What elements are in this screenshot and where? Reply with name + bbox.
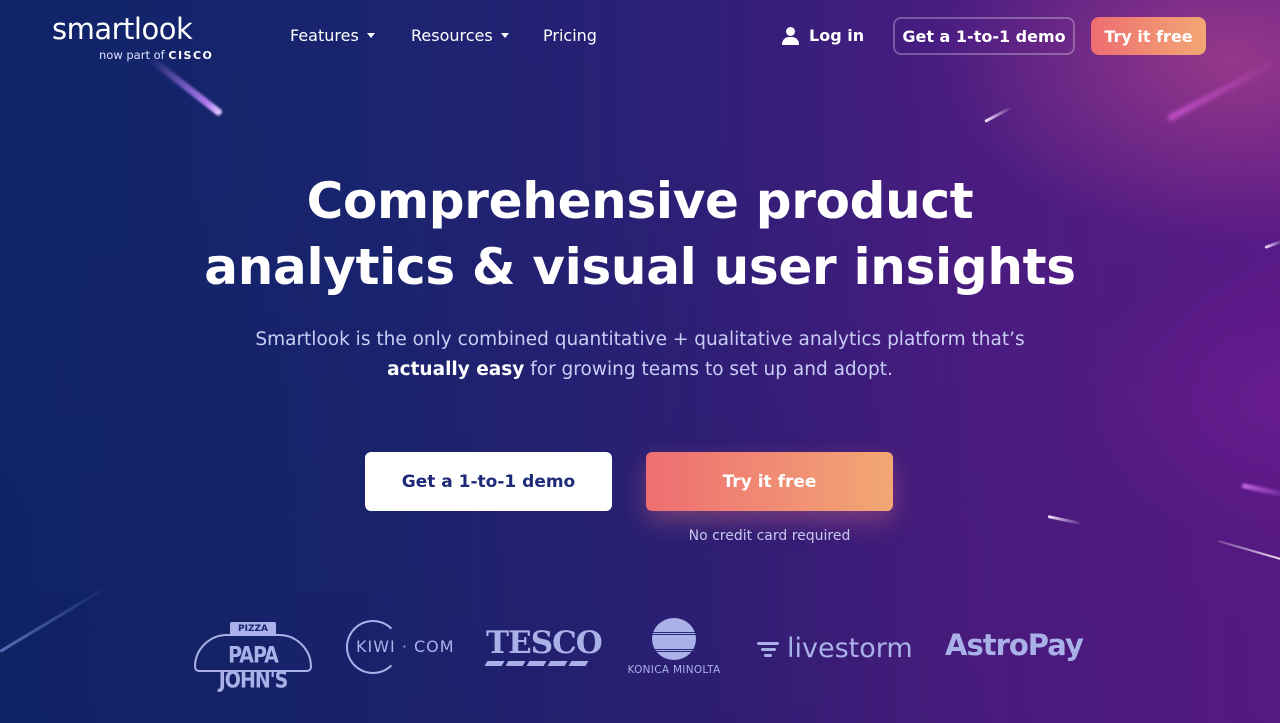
user-icon: [782, 26, 799, 45]
login-link[interactable]: Log in: [782, 26, 864, 45]
decorative-streak: [1241, 483, 1280, 499]
customer-logos: PIZZA PAPA JOHN'S KIWI · COM TESCO KONIC…: [0, 612, 1280, 693]
hero-title: Comprehensive product analytics & visual…: [204, 172, 1076, 296]
logo-wordmark: smartlook: [52, 12, 193, 46]
hero-subtitle: Smartlook is the only combined quantitat…: [255, 329, 1025, 380]
nav-pricing[interactable]: Pricing: [543, 26, 597, 45]
decorative-streak: [1047, 515, 1083, 526]
hero-try-free-button[interactable]: Try it free: [646, 452, 893, 511]
astropay-logo: AstroPay: [945, 628, 1084, 662]
konica-globe-icon: [652, 618, 696, 660]
cisco-wordmark: CISCO: [168, 49, 214, 62]
nav-try-free-button[interactable]: Try it free: [1091, 17, 1206, 55]
decorative-streak: [984, 106, 1013, 123]
logo-tagline: now part of CISCO: [99, 48, 214, 62]
subtitle-emphasis: actually easy: [387, 359, 525, 380]
nav-features[interactable]: Features: [290, 26, 375, 45]
no-credit-card-note: No credit card required: [688, 528, 851, 544]
kiwi-logo: KIWI · COM: [346, 620, 456, 676]
caret-down-icon: [500, 33, 509, 38]
smartlook-logo[interactable]: smartlook now part of CISCO: [52, 13, 212, 65]
hero-demo-button[interactable]: Get a 1-to-1 demo: [365, 452, 612, 511]
caret-down-icon: [366, 33, 375, 38]
livestorm-lines-icon: [757, 641, 779, 657]
tesco-logo: TESCO: [484, 628, 603, 668]
livestorm-logo: livestorm: [757, 632, 913, 666]
papa-johns-logo: PIZZA PAPA JOHN'S: [194, 622, 314, 693]
decorative-streak: [1217, 540, 1280, 561]
nav-resources[interactable]: Resources: [411, 26, 509, 45]
nav-demo-button[interactable]: Get a 1-to-1 demo: [893, 17, 1075, 55]
konica-minolta-logo: KONICA MINOLTA: [622, 618, 726, 680]
top-navigation: smartlook now part of CISCO Features Res…: [0, 0, 1280, 72]
